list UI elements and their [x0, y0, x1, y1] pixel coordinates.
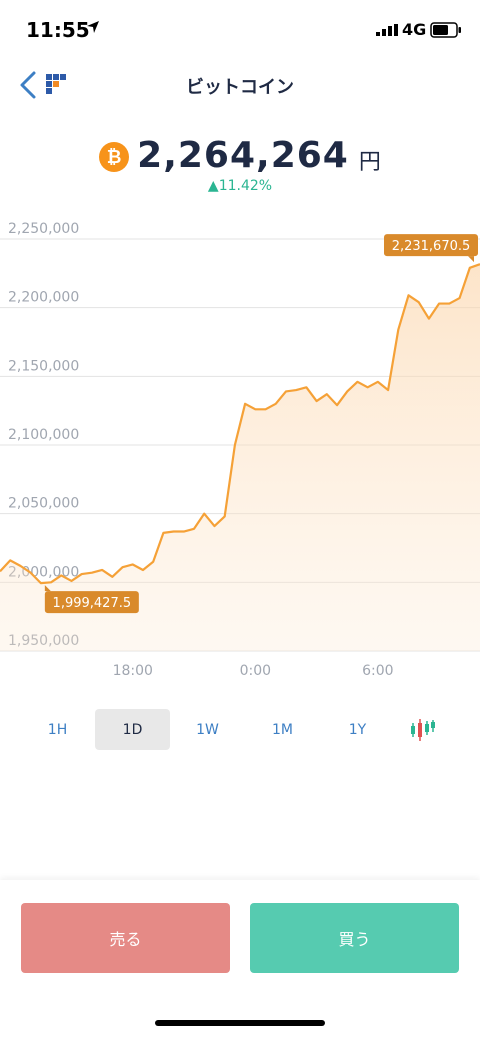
signal-icon	[376, 24, 398, 36]
price-value: 2,264,264	[137, 134, 349, 176]
page-title: ビットコイン	[186, 77, 294, 98]
status-bar: 11:55 4G	[0, 0, 480, 60]
action-footer: 売る 買う	[0, 880, 480, 1038]
price-chart[interactable]: 2,250,000 2,200,000 2,150,000 2,100,000 2,05…	[0, 215, 480, 705]
price-row: ₿ 2,264,264 円	[0, 130, 480, 180]
battery-icon	[430, 22, 461, 38]
y-tick-label: 2,250,000	[8, 221, 79, 237]
bitcoin-icon: ₿	[99, 142, 130, 172]
price-unit: 円	[358, 150, 381, 175]
home-indicator	[155, 1020, 325, 1026]
y-tick-label: 2,100,000	[8, 427, 79, 443]
location-arrow-icon	[87, 21, 99, 33]
period-1d[interactable]: 1D	[95, 709, 170, 750]
max-label: 2,231,670.5	[392, 239, 471, 254]
x-tick-label: 6:00	[362, 663, 393, 679]
x-tick-label: 18:00	[113, 663, 153, 679]
network-label: 4G	[402, 20, 427, 39]
x-tick-label: 0:00	[240, 663, 271, 679]
price-change: ▲11.42%	[207, 178, 273, 194]
y-tick-label: 2,200,000	[8, 290, 79, 306]
min-label: 1,999,427.5	[53, 596, 132, 611]
status-time: 11:55	[26, 18, 90, 42]
period-1m[interactable]: 1M	[245, 709, 320, 750]
period-selector: 1H 1D 1W 1M 1Y	[20, 709, 460, 751]
y-tick-label: 2,150,000	[8, 358, 79, 374]
period-1w[interactable]: 1W	[170, 709, 245, 750]
period-1y[interactable]: 1Y	[320, 709, 395, 750]
sell-button[interactable]: 売る	[21, 903, 230, 973]
y-tick-label: 2,050,000	[8, 496, 79, 512]
navigation-bar: ビットコイン	[0, 60, 480, 110]
period-1h[interactable]: 1H	[20, 709, 95, 750]
buy-button[interactable]: 買う	[250, 903, 459, 973]
candlestick-chart-icon[interactable]	[410, 717, 436, 743]
max-label-tail	[468, 256, 474, 263]
